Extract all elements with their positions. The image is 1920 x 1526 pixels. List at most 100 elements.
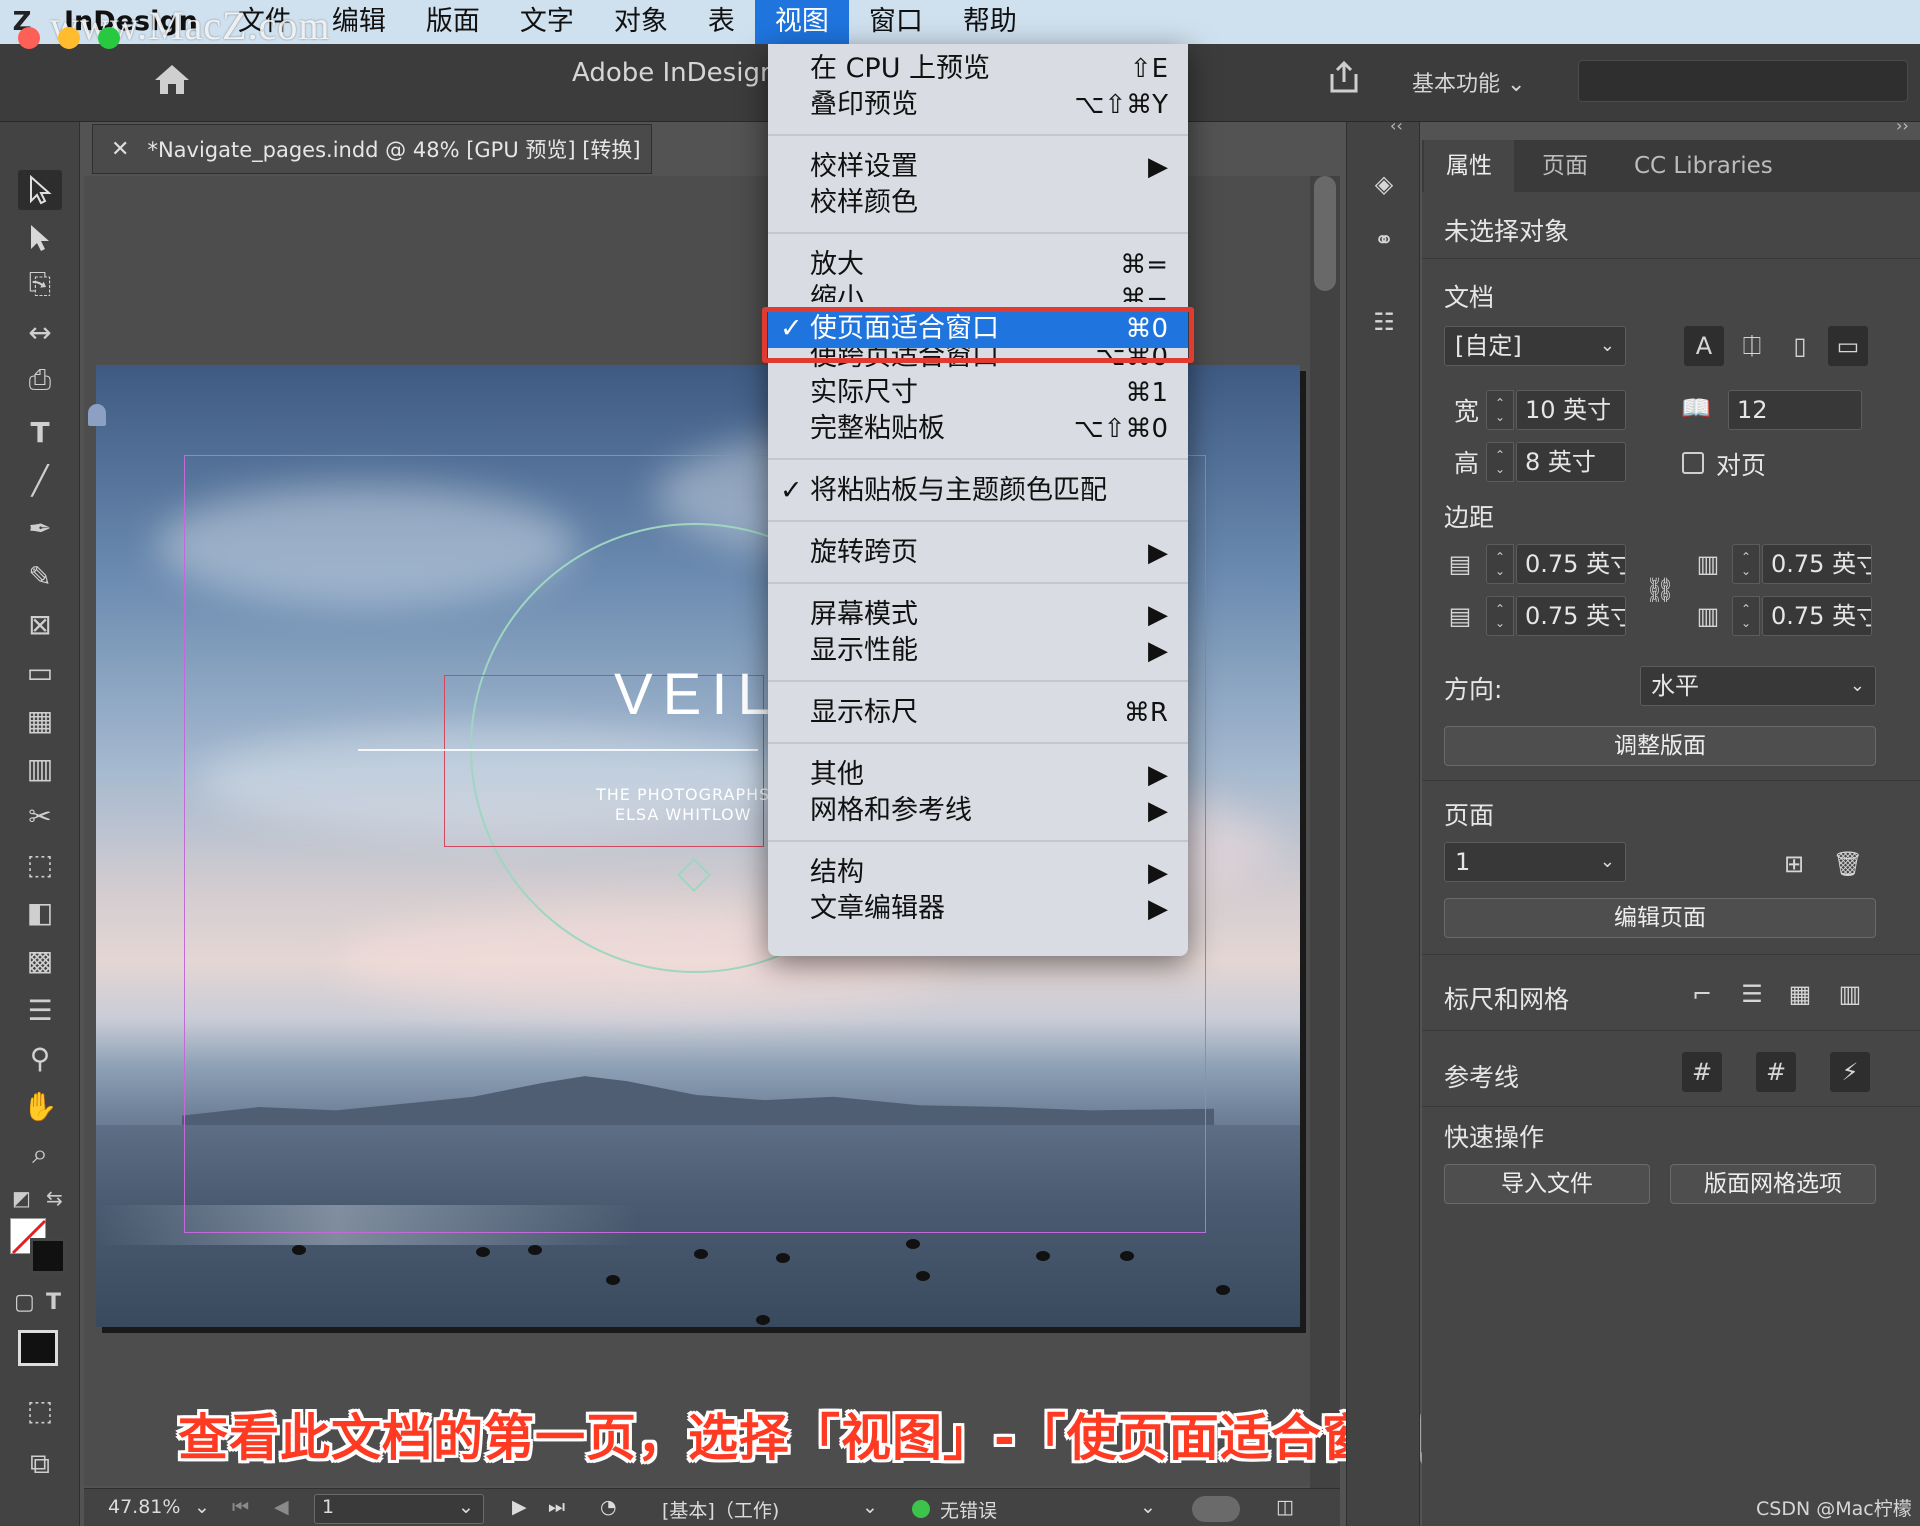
- show-guides-icon[interactable]: #: [1682, 1052, 1722, 1092]
- menu-layout[interactable]: 版面: [406, 0, 500, 44]
- expand-panel-icon[interactable]: ››: [1896, 116, 1909, 135]
- height-field[interactable]: 8 英寸: [1516, 442, 1626, 482]
- menu-item-actual-size[interactable]: 实际尺寸 ⌘1: [768, 374, 1188, 412]
- last-page-icon[interactable]: ⏭: [548, 1496, 565, 1518]
- pages-count-field[interactable]: 12: [1728, 390, 1862, 430]
- margin-top-stepper[interactable]: ⌃ ⌄: [1486, 544, 1514, 584]
- line-tool-icon[interactable]: ╱: [18, 460, 62, 500]
- tab-properties[interactable]: 属性: [1424, 140, 1514, 192]
- previous-page-icon[interactable]: ◀: [274, 1496, 289, 1518]
- add-page-icon[interactable]: ⊞: [1774, 844, 1814, 884]
- menu-table[interactable]: 表: [688, 0, 755, 44]
- layout-grid-icon[interactable]: ▥: [1830, 974, 1870, 1014]
- menu-item-proof-setup[interactable]: 校样设置 ▶: [768, 148, 1188, 186]
- home-icon[interactable]: [152, 62, 192, 96]
- text-wrap-icon[interactable]: ☷: [1364, 302, 1404, 342]
- import-file-button[interactable]: 导入文件: [1444, 1164, 1650, 1204]
- zoom-level[interactable]: 47.81%: [108, 1496, 180, 1518]
- unlink-margins-icon[interactable]: ⛓: [1640, 570, 1680, 610]
- scissors-tool-icon[interactable]: ✂: [18, 796, 62, 836]
- menu-item-cpu-preview[interactable]: 在 CPU 上预览 ⇧E: [768, 50, 1188, 88]
- gap-tool-icon[interactable]: ↔: [18, 312, 62, 352]
- margin-right-field[interactable]: 0.75 英寸: [1762, 596, 1872, 636]
- close-window-button[interactable]: [18, 27, 40, 49]
- horizontal-grid-tool-icon[interactable]: ▦: [18, 700, 62, 740]
- menu-item-overprint-preview[interactable]: 叠印预览 ⌥⇧⌘Y: [768, 86, 1188, 124]
- menu-help[interactable]: 帮助: [943, 0, 1037, 44]
- menu-item-grids-guides[interactable]: 网格和参考线 ▶: [768, 792, 1188, 830]
- note-tool-icon[interactable]: ☰: [18, 990, 62, 1030]
- margin-left-stepper[interactable]: ⌃ ⌄: [1732, 544, 1760, 584]
- rectangle-frame-tool-icon[interactable]: ⊠: [18, 604, 62, 644]
- page-subtitle[interactable]: THE PHOTOGRAPHS ELSA WHITLOW: [596, 785, 770, 825]
- formatting-text-icon[interactable]: T: [46, 1290, 61, 1315]
- pencil-tool-icon[interactable]: ✎: [18, 556, 62, 596]
- share-icon[interactable]: [1326, 60, 1362, 94]
- workspace-switcher[interactable]: 基本功能 ⌄: [1412, 66, 1525, 98]
- baseline-grid-icon[interactable]: ☰: [1732, 974, 1772, 1014]
- zoom-window-button[interactable]: [98, 27, 120, 49]
- close-icon[interactable]: ✕: [111, 137, 129, 162]
- gradient-feather-tool-icon[interactable]: ▩: [18, 940, 62, 980]
- smart-guides-icon[interactable]: ⚡: [1830, 1052, 1870, 1092]
- direct-selection-tool-icon[interactable]: [18, 218, 62, 258]
- edit-page-button[interactable]: 编辑页面: [1444, 898, 1876, 938]
- menu-item-proof-colors[interactable]: 校样颜色: [768, 184, 1188, 222]
- menu-type[interactable]: 文字: [500, 0, 594, 44]
- page-dropdown[interactable]: 1 ⌄: [1444, 842, 1626, 882]
- eyedropper-tool-icon[interactable]: ⚲: [18, 1038, 62, 1078]
- links-icon[interactable]: ⚭: [1364, 220, 1404, 260]
- width-field[interactable]: 10 英寸: [1516, 390, 1626, 430]
- vertical-scrollbar[interactable]: [1310, 176, 1340, 1488]
- content-collector-icon[interactable]: ⎙: [18, 360, 62, 400]
- orientation-dropdown[interactable]: 水平 ⌄: [1640, 666, 1876, 706]
- menu-item-zoom-out[interactable]: 缩小 ⌘−: [768, 280, 1188, 302]
- preflight-errors[interactable]: 无错误: [940, 1496, 997, 1523]
- portrait-icon[interactable]: ▯: [1780, 326, 1820, 366]
- zoom-chevron-icon[interactable]: ⌄: [194, 1496, 210, 1518]
- tab-cc-libraries[interactable]: CC Libraries: [1612, 140, 1795, 192]
- margin-top-field[interactable]: 0.75 英寸: [1516, 544, 1626, 584]
- lock-guides-icon[interactable]: #: [1756, 1052, 1796, 1092]
- preflight-profile[interactable]: [基本]（工作): [662, 1496, 779, 1523]
- delete-page-icon[interactable]: 🗑: [1828, 844, 1868, 884]
- rectangle-tool-icon[interactable]: ▭: [18, 652, 62, 692]
- menu-item-match-pasteboard-theme[interactable]: ✓ 将粘贴板与主题颜色匹配: [768, 472, 1188, 510]
- tab-pages[interactable]: 页面: [1520, 140, 1610, 192]
- pen-tool-icon[interactable]: ✒: [18, 508, 62, 548]
- gradient-swatch-tool-icon[interactable]: ◧: [18, 892, 62, 932]
- height-stepper[interactable]: ⌃ ⌄: [1486, 442, 1514, 482]
- layers-icon[interactable]: ◈: [1364, 164, 1404, 204]
- margin-bottom-stepper[interactable]: ⌃ ⌄: [1486, 596, 1514, 636]
- formatting-container-icon[interactable]: ▢: [14, 1290, 35, 1315]
- scrollbar-thumb[interactable]: [1314, 176, 1336, 291]
- text-orientation-icon[interactable]: A: [1684, 326, 1724, 366]
- menu-item-extras[interactable]: 其他 ▶: [768, 756, 1188, 794]
- menu-item-rotate-spread[interactable]: 旋转跨页 ▶: [768, 534, 1188, 572]
- collapse-dock-icon[interactable]: ‹‹: [1390, 116, 1403, 135]
- preview-mode-icon[interactable]: ⧉: [18, 1444, 62, 1484]
- menu-object[interactable]: 对象: [594, 0, 688, 44]
- menu-item-zoom-in[interactable]: 放大 ⌘=: [768, 246, 1188, 284]
- menu-item-entire-pasteboard[interactable]: 完整粘贴板 ⌥⇧⌘0: [768, 410, 1188, 448]
- hand-tool-icon[interactable]: ✋: [18, 1086, 62, 1126]
- selection-tool-icon[interactable]: [18, 170, 62, 210]
- view-toggle[interactable]: [1192, 1496, 1240, 1522]
- zoom-tool-icon[interactable]: ⌕: [18, 1134, 62, 1174]
- margin-right-stepper[interactable]: ⌃ ⌄: [1732, 596, 1760, 636]
- apply-color-icon[interactable]: [18, 1330, 58, 1366]
- profile-chevron-icon[interactable]: ⌄: [862, 1496, 878, 1518]
- next-page-icon[interactable]: ▶: [512, 1496, 527, 1518]
- free-transform-tool-icon[interactable]: ⬚: [18, 844, 62, 884]
- rulers-icon[interactable]: ⌐: [1682, 974, 1722, 1014]
- swap-colors-icon[interactable]: ⇆: [46, 1186, 70, 1210]
- width-stepper[interactable]: ⌃ ⌄: [1486, 390, 1514, 430]
- screen-mode-icon[interactable]: ⬚: [18, 1390, 62, 1430]
- document-grid-icon[interactable]: ▦: [1780, 974, 1820, 1014]
- binding-icon[interactable]: ⎅: [1732, 326, 1772, 366]
- menu-item-show-rulers[interactable]: 显示标尺 ⌘R: [768, 694, 1188, 732]
- page-chevron-icon[interactable]: ⌄: [458, 1496, 474, 1518]
- facing-pages-checkbox[interactable]: [1682, 452, 1704, 474]
- search-input[interactable]: [1578, 60, 1908, 102]
- menu-window[interactable]: 窗口: [849, 0, 943, 44]
